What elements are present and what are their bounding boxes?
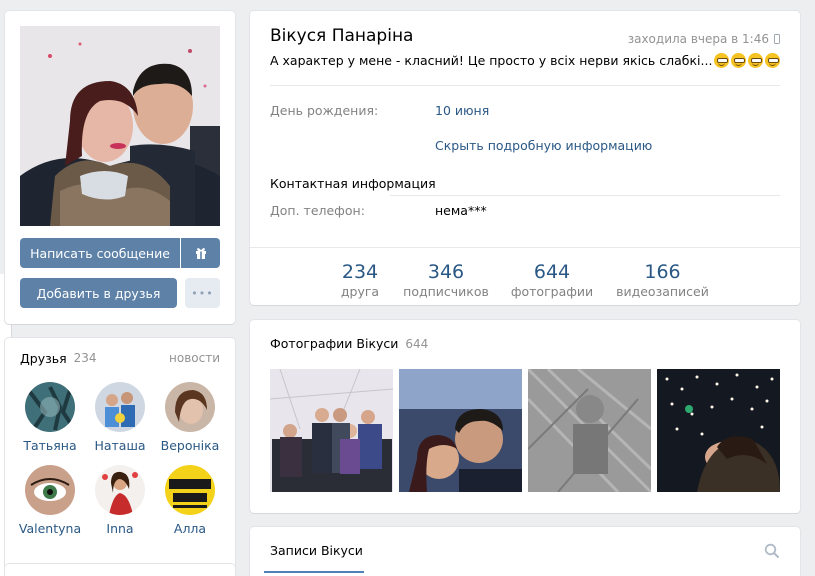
emoji-icon — [714, 53, 730, 68]
friend-item[interactable]: Алла — [155, 465, 225, 536]
birthday-value[interactable]: 10 июня — [435, 103, 489, 118]
gift-icon — [195, 248, 206, 259]
friend-name[interactable]: Вероніка — [155, 438, 225, 453]
friend-avatar[interactable] — [165, 465, 215, 515]
friends-news-link[interactable]: новости — [169, 351, 220, 365]
photo-thumbnail[interactable] — [399, 369, 522, 492]
counter-value: 644 — [533, 261, 571, 283]
photo-thumbnail[interactable] — [657, 369, 780, 492]
add-friend-button[interactable]: Добавить в друзья — [20, 278, 177, 308]
last-seen-text: заходила вчера в 1:46 — [627, 32, 769, 46]
page-title: Вікуся Панаріна — [270, 26, 414, 46]
photos-block: Фотографии Вікуси 644 — [250, 320, 800, 513]
counter-label: подписчиков — [403, 284, 489, 299]
avatar-card: Написать сообщение Добавить в друзья ••• — [5, 11, 235, 324]
photos-title[interactable]: Фотографии Вікуси — [270, 336, 398, 351]
more-actions-button[interactable]: ••• — [185, 278, 220, 308]
friends-title[interactable]: Друзья — [20, 351, 67, 366]
friend-avatar[interactable] — [25, 465, 75, 515]
counter-videos[interactable]: 166 видеозаписей — [610, 260, 715, 300]
wall-block: Записи Вікуси — [250, 527, 800, 576]
next-block — [5, 564, 235, 576]
friend-item[interactable]: Наташа — [85, 382, 155, 453]
counter-label: друга — [340, 284, 380, 299]
tab-wall-posts[interactable]: Записи Вікуси — [270, 543, 363, 558]
phone-label: Доп. телефон: — [270, 203, 365, 218]
counter-followers[interactable]: 346 подписчиков — [400, 260, 492, 300]
friend-avatar[interactable] — [95, 382, 145, 432]
phone-icon — [774, 34, 780, 44]
friends-count: 234 — [73, 351, 97, 365]
friend-name[interactable]: Inna — [85, 521, 155, 536]
friend-item[interactable]: Вероніка — [155, 382, 225, 453]
status-text: А характер у мене - класний! Це просто у… — [270, 53, 713, 68]
contact-section-title: Контактная информация — [270, 176, 436, 191]
friend-item[interactable]: Valentyna — [15, 465, 85, 536]
friend-item[interactable]: Inna — [85, 465, 155, 536]
profile-photo[interactable] — [20, 26, 220, 226]
friend-name[interactable]: Татьяна — [15, 438, 85, 453]
profile-status[interactable]: А характер у мене - класний! Це просто у… — [270, 53, 781, 68]
counter-value: 346 — [427, 261, 465, 283]
counter-photos[interactable]: 644 фотографии — [507, 260, 597, 300]
divider — [390, 195, 780, 196]
friend-item[interactable]: Татьяна — [15, 382, 85, 453]
more-icon: ••• — [191, 286, 214, 300]
photos-count: 644 — [405, 336, 429, 351]
last-seen-status: заходила вчера в 1:46 — [628, 32, 780, 46]
phone-value: нема*** — [435, 203, 487, 218]
emoji-icon — [731, 53, 747, 68]
counter-label: видеозаписей — [616, 284, 709, 299]
counter-friends[interactable]: 234 друга — [330, 260, 390, 300]
friend-avatar[interactable] — [25, 382, 75, 432]
friend-name[interactable]: Valentyna — [15, 521, 85, 536]
toggle-details-link[interactable]: Скрыть подробную информацию — [435, 138, 652, 153]
send-message-button[interactable]: Написать сообщение — [20, 238, 180, 268]
counter-label: фотографии — [510, 284, 594, 299]
emoji-icon — [748, 53, 764, 68]
friend-name[interactable]: Алла — [155, 521, 225, 536]
friends-block: Друзья 234 новости Татьяна Наташа Вероні… — [5, 338, 235, 576]
divider — [270, 85, 780, 86]
photos-header: Фотографии Вікуси 644 — [270, 336, 428, 351]
active-tab-indicator — [264, 571, 364, 573]
birthday-label: День рождения: — [270, 103, 379, 118]
emoji-icon — [765, 53, 781, 68]
counter-value: 234 — [341, 261, 379, 283]
friends-header: Друзья 234 новости — [20, 350, 220, 366]
friend-name[interactable]: Наташа — [85, 438, 155, 453]
counter-value: 166 — [644, 261, 681, 283]
friend-avatar[interactable] — [165, 382, 215, 432]
profile-info-card: Вікуся Панаріна заходила вчера в 1:46 А … — [250, 11, 800, 305]
profile-counters: 234 друга 346 подписчиков 644 фотографии… — [250, 247, 800, 305]
photo-thumbnail[interactable] — [528, 369, 651, 492]
search-icon[interactable] — [764, 543, 780, 559]
photo-thumbnail[interactable] — [270, 369, 393, 492]
friend-avatar[interactable] — [95, 465, 145, 515]
gift-button[interactable] — [181, 238, 220, 268]
